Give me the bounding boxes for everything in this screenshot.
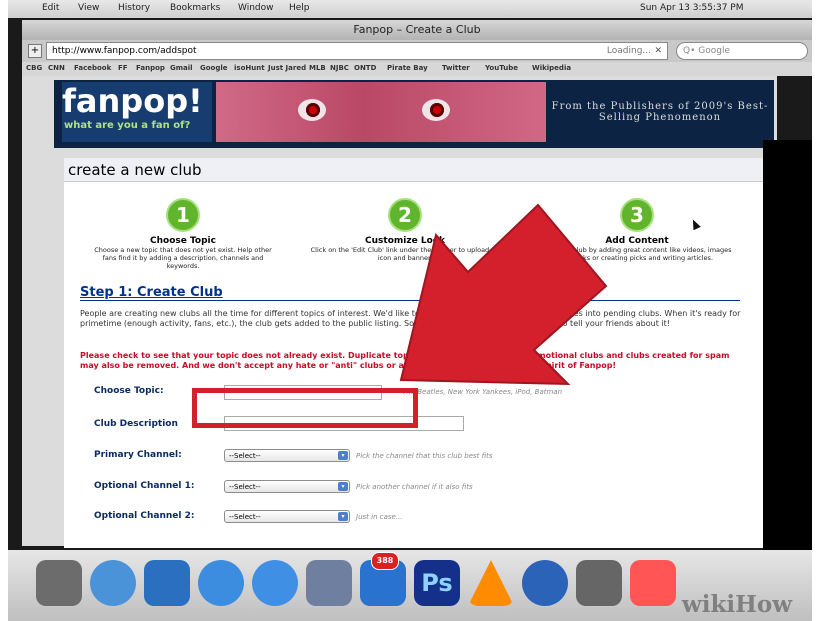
browser-toolbar: + http://www.fanpop.com/addspot Loading.… [22,40,812,62]
safari-icon[interactable] [252,560,298,606]
fanpop-banner: fanpop! what are you a fan of? From the … [54,80,774,148]
mac-menubar: Edit View History Bookmarks Window Help … [8,0,812,18]
vlc-icon[interactable] [468,560,514,606]
step-1-icon: 1 [166,198,200,232]
eye-icon [422,99,450,121]
bookmark-link[interactable]: Just Jared [268,64,306,72]
ichat-icon[interactable] [90,560,136,606]
page-viewport: fanpop! what are you a fan of? From the … [22,76,777,548]
address-url: http://www.fanpop.com/addspot [52,46,197,56]
optional-channel-2-hint: Just in case... [356,513,403,521]
search-input[interactable]: Q• Google [676,42,808,60]
mail-icon[interactable] [306,560,352,606]
menu-edit[interactable]: Edit [42,3,59,13]
menu-history[interactable]: History [118,3,150,13]
isight-icon[interactable] [144,560,190,606]
step-1-title: Choose Topic [150,236,216,246]
bookmark-link[interactable]: isoHunt [234,64,265,72]
step-3-icon: 3 [620,198,654,232]
menubar-clock: Sun Apr 13 3:55:37 PM [640,3,744,13]
watermark-text: wikiHow [681,591,792,618]
itunes-icon[interactable] [198,560,244,606]
menu-window[interactable]: Window [238,3,274,13]
bookmark-link[interactable]: Gmail [170,64,193,72]
fanpop-logo[interactable]: fanpop! what are you a fan of? [62,82,212,142]
bookmark-link[interactable]: CBG [26,64,42,72]
step-heading: Step 1: Create Club [80,285,740,301]
bookmark-link[interactable]: Pirate Bay [387,64,428,72]
create-club-panel: create a new club 1 Choose Topic Choose … [64,158,764,548]
window-title: Fanpop – Create a Club [22,20,812,40]
page-title: create a new club [64,158,764,182]
step-2-title: Customize Look [365,236,445,246]
search-placeholder: Q• Google [683,46,730,56]
bookmark-link[interactable]: NJBC [330,64,349,72]
bookmark-link[interactable]: Facebook [74,64,111,72]
bookmarks-bar: CBG CNN Facebook FF Fanpop Gmail Google … [22,62,812,76]
step-1: 1 Choose Topic Choose a new topic that d… [88,198,278,270]
optional-channel-2-select[interactable]: --Select-- ▾ [224,510,350,523]
primary-channel-select[interactable]: --Select-- ▾ [224,449,350,462]
step-3: 3 Add Content Start the club by adding g… [542,198,732,262]
add-bookmark-button[interactable]: + [28,44,42,58]
stop-icon[interactable]: ✕ [654,43,662,59]
topic-hint: The Beatles, New York Yankees, iPod, Bat… [402,388,563,396]
front-row-icon[interactable] [630,560,676,606]
primary-channel-value: --Select-- [229,452,261,460]
banner-ad-image[interactable] [216,82,546,142]
optional-channel-1-label: Optional Channel 1: [94,481,195,491]
menu-help[interactable]: Help [289,3,310,13]
bookmark-link[interactable]: FF [118,64,128,72]
chevron-down-icon: ▾ [338,451,348,460]
loading-status: Loading... [606,46,651,56]
step-2-desc: Click on the 'Edit Club' link under the … [310,246,500,262]
bookmark-link[interactable]: YouTube [485,64,518,72]
menu-bookmarks[interactable]: Bookmarks [170,3,220,13]
description-label: Club Description [94,419,178,429]
highlight-box [192,388,418,428]
bookmark-link[interactable]: Twitter [442,64,470,72]
mail-badge: 388 [371,552,399,570]
bookmark-link[interactable]: Fanpop [136,64,165,72]
step-1-desc: Choose a new topic that does not yet exi… [94,246,272,270]
intro-text: People are creating new clubs all the ti… [80,309,741,328]
wikihow-watermark: wikiHow [682,591,792,618]
screenshot-frame: Edit View History Bookmarks Window Help … [8,0,812,621]
bookmark-link[interactable]: ONTD [354,64,376,72]
imovie-icon[interactable] [576,560,622,606]
optional-channel-1-hint: Pick another channel if it also fits [356,483,473,491]
optional-channel-2-value: --Select-- [229,513,261,521]
step-2: 2 Customize Look Click on the 'Edit Club… [310,198,500,262]
bookmark-link[interactable]: CNN [48,64,65,72]
quicktime-icon[interactable] [522,560,568,606]
primary-channel-hint: Pick the channel that this club best fit… [356,452,493,460]
system-preferences-icon[interactable] [36,560,82,606]
photoshop-icon[interactable]: Ps [414,560,460,606]
optional-channel-2-label: Optional Channel 2: [94,511,195,521]
step-2-icon: 2 [388,198,422,232]
eye-icon [298,99,326,121]
chevron-down-icon: ▾ [338,512,348,521]
bookmark-link[interactable]: Google [200,64,228,72]
address-bar[interactable]: http://www.fanpop.com/addspot Loading...… [46,42,668,60]
optional-channel-1-value: --Select-- [229,483,261,491]
optional-channel-1-select[interactable]: --Select-- ▾ [224,480,350,493]
step-3-desc: Start the club by adding great content l… [542,246,732,262]
bookmark-link[interactable]: Wikipedia [532,64,571,72]
bookmark-link[interactable]: MLB [309,64,326,72]
logo-text: fanpop! [62,82,203,120]
primary-channel-label: Primary Channel: [94,450,182,460]
step-3-title: Add Content [605,236,669,246]
topic-label: Choose Topic: [94,386,164,396]
chevron-down-icon: ▾ [338,482,348,491]
warning-text: Please check to see that your topic does… [80,351,730,370]
dark-background-edge [763,140,812,550]
logo-slogan: what are you a fan of? [64,120,191,131]
banner-ad-text: From the Publishers of 2009's Best-Selli… [551,101,769,123]
menu-view[interactable]: View [78,3,99,13]
